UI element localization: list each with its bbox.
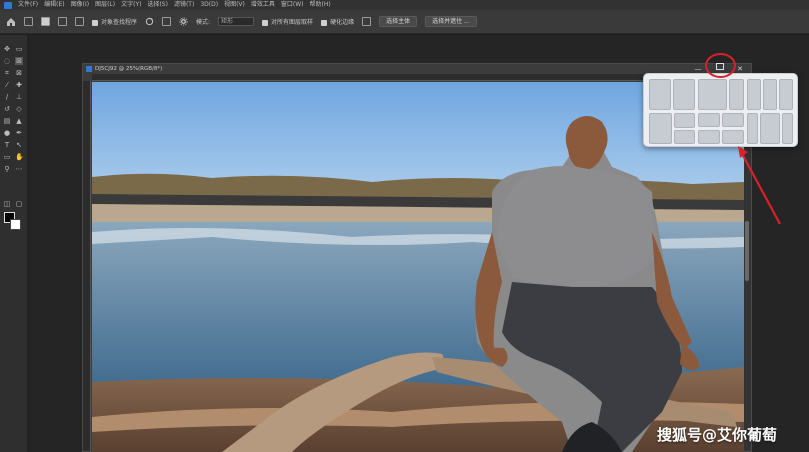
object-finder-label: 对象查找程序 (101, 19, 138, 26)
snap-layout-popup (643, 73, 798, 147)
eraser-tool-icon[interactable]: ◇ (15, 105, 23, 113)
home-icon[interactable] (6, 17, 16, 27)
quick-mask-icon[interactable]: ◫ (3, 200, 11, 208)
sample-all-label: 对所有图层取样 (271, 19, 314, 26)
enhance-edge-checkbox[interactable] (321, 19, 328, 26)
tool-preset-icon[interactable] (24, 17, 33, 26)
pressure-icon[interactable] (362, 17, 372, 26)
menu-file[interactable]: 文件(F) (18, 1, 38, 9)
move-tool-icon[interactable]: ✥ (3, 45, 11, 53)
snap-zone[interactable] (698, 113, 720, 127)
snap-zone[interactable] (674, 113, 695, 128)
mode-label: 模式: (196, 19, 211, 26)
vertical-ruler (83, 81, 91, 451)
object-finder-checkbox[interactable] (92, 19, 98, 26)
document-icon (86, 66, 92, 72)
snap-zone[interactable] (649, 113, 672, 144)
add-selection-icon[interactable] (58, 17, 67, 26)
hand-tool-icon[interactable]: ✋ (15, 153, 24, 161)
type-tool-icon[interactable]: T (3, 141, 11, 149)
snap-layout-thirds[interactable] (747, 79, 793, 110)
snap-zone[interactable] (698, 129, 720, 144)
zoom-tool-icon[interactable]: ⚲ (3, 165, 11, 173)
select-mask-button[interactable]: 选择并遮住 ... (425, 16, 477, 27)
watermark-text: 搜狐号@艾你葡萄 (657, 426, 778, 444)
menu-help[interactable]: 帮助(H) (310, 1, 331, 9)
history-brush-icon[interactable]: ↺ (3, 105, 11, 113)
tools-panel: ✥ ▭ ◌ ⊠ ⌗ ⊠ ⁄ ✚ ∕ ⊥ ↺ ◇ ▤ ▲ ● ✒ T ↖ ▭ ✋ … (0, 35, 28, 452)
gradient-tool-icon[interactable]: ▤ (3, 117, 11, 125)
snap-zone[interactable] (728, 79, 744, 110)
snap-zone[interactable] (763, 79, 777, 110)
sample-all-option[interactable]: 对所有图层取样 (262, 17, 313, 26)
sample-all-checkbox[interactable] (262, 19, 269, 26)
menu-edit[interactable]: 编辑(E) (44, 1, 64, 9)
frame-tool-icon[interactable]: ⊠ (15, 69, 23, 77)
photoshop-window: 文件(F) 编辑(E) 图像(I) 图层(L) 文字(Y) 选择(S) 滤镜(T… (0, 0, 809, 452)
options-bar: 对象查找程序 模式: 矩形 对所有图层取样 硬化边缘 选择主体 选择并遮住 ..… (0, 10, 809, 34)
menu-window[interactable]: 窗口(W) (281, 1, 304, 9)
snap-layout-two-thirds[interactable] (698, 79, 744, 110)
snap-zone[interactable] (649, 79, 671, 110)
crop-tool-icon[interactable]: ⌗ (3, 69, 11, 77)
blur-tool-icon[interactable]: ▲ (15, 117, 23, 125)
rotate-icon[interactable] (145, 17, 154, 26)
snap-layout-halves[interactable] (649, 79, 695, 110)
menu-layer[interactable]: 图层(L) (95, 1, 115, 9)
menu-select[interactable]: 选择(S) (147, 1, 168, 9)
document-title: DJ5CJ92 @ 25%(RGB/8*) (95, 66, 163, 72)
snap-zone[interactable] (673, 79, 695, 110)
brush-tool-icon[interactable]: ∕ (3, 93, 11, 101)
scrollbar-thumb[interactable] (745, 221, 749, 281)
object-finder-option[interactable]: 对象查找程序 (92, 17, 137, 26)
mode-select[interactable]: 矩形 (218, 17, 255, 26)
menu-view[interactable]: 视图(V) (224, 1, 245, 9)
ps-logo-icon (4, 1, 12, 9)
menu-3d[interactable]: 3D(D) (200, 1, 218, 9)
screen-mode-icon[interactable]: ▢ (15, 200, 23, 208)
grid-icon[interactable] (162, 17, 172, 26)
marquee-tool-icon[interactable]: ▭ (15, 45, 23, 53)
snap-layout-main-stack[interactable] (649, 113, 695, 144)
menu-filter[interactable]: 滤镜(T) (174, 1, 194, 9)
menu-plugins[interactable]: 增效工具 (251, 1, 275, 9)
spot-heal-tool-icon[interactable]: ✚ (15, 81, 23, 89)
snap-zone[interactable] (722, 113, 744, 127)
enhance-edge-label: 硬化边缘 (330, 19, 355, 26)
snap-zone[interactable] (674, 129, 695, 144)
shape-tool-icon[interactable]: ▭ (3, 153, 11, 161)
gear-icon[interactable] (179, 17, 188, 26)
pen-tool-icon[interactable]: ✒ (15, 129, 23, 137)
select-subject-button[interactable]: 选择主体 (379, 16, 418, 27)
stamp-tool-icon[interactable]: ⊥ (15, 93, 23, 101)
menu-type[interactable]: 文字(Y) (121, 1, 141, 9)
path-select-tool-icon[interactable]: ↖ (15, 141, 23, 149)
snap-zone[interactable] (779, 79, 793, 110)
lasso-tool-icon[interactable]: ◌ (3, 57, 11, 65)
background-color-swatch[interactable] (10, 219, 21, 230)
dodge-tool-icon[interactable]: ● (3, 129, 11, 137)
subtract-selection-icon[interactable] (75, 17, 84, 26)
annotation-circle (705, 53, 736, 78)
eyedropper-tool-icon[interactable]: ⁄ (3, 81, 11, 89)
snap-zone[interactable] (698, 79, 727, 110)
enhance-edge-option[interactable]: 硬化边缘 (321, 17, 354, 26)
snap-stack (674, 113, 695, 144)
menu-image[interactable]: 图像(I) (71, 1, 89, 9)
snap-zone[interactable] (747, 79, 761, 110)
object-select-tool-icon[interactable]: ⊠ (15, 57, 23, 65)
menu-bar: 文件(F) 编辑(E) 图像(I) 图层(L) 文字(Y) 选择(S) 滤镜(T… (0, 0, 809, 10)
new-selection-icon[interactable] (41, 17, 50, 26)
more-tools-icon[interactable]: ⋯ (15, 165, 23, 173)
annotation-arrow (738, 146, 781, 225)
